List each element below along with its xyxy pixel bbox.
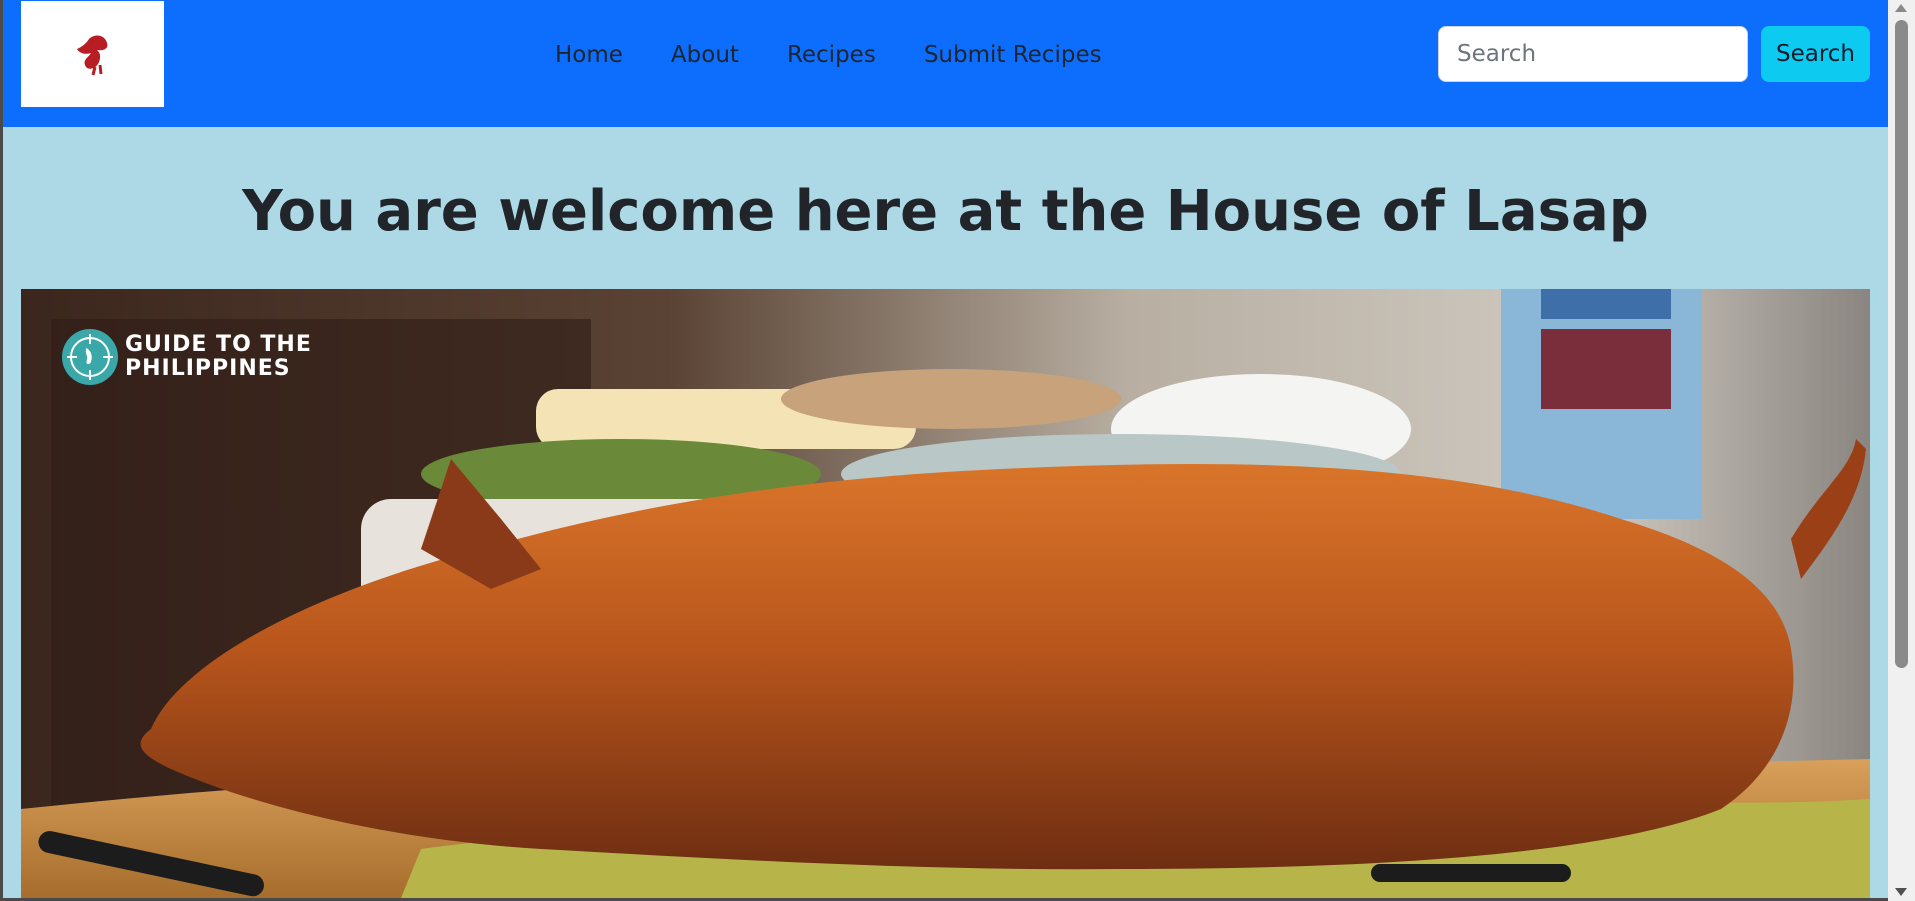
search-input[interactable] xyxy=(1438,26,1748,82)
scroll-up-arrow-icon[interactable] xyxy=(1895,4,1907,12)
watermark-line-1: GUIDE TO THE xyxy=(125,332,312,357)
page: Home About Recipes Submit Recipes Search… xyxy=(3,0,1888,898)
compass-logo-icon xyxy=(62,329,118,385)
nav-about-link[interactable]: About xyxy=(671,38,739,72)
scrollbar-thumb[interactable] xyxy=(1895,20,1908,668)
nav-links: Home About Recipes Submit Recipes xyxy=(555,38,1102,72)
hero-image: GUIDE TO THE PHILIPPINES xyxy=(21,289,1870,898)
rooster-icon xyxy=(76,35,107,76)
nav-submit-recipes-link[interactable]: Submit Recipes xyxy=(924,38,1102,72)
nav-recipes-link[interactable]: Recipes xyxy=(787,38,876,72)
nav-home-link[interactable]: Home xyxy=(555,38,623,72)
scroll-down-arrow-icon[interactable] xyxy=(1895,888,1907,896)
site-logo[interactable] xyxy=(21,1,164,107)
navbar: Home About Recipes Submit Recipes Search xyxy=(3,0,1888,127)
vertical-scrollbar[interactable] xyxy=(1888,0,1915,901)
watermark-text: GUIDE TO THE PHILIPPINES xyxy=(125,333,312,381)
welcome-heading: You are welcome here at the House of Las… xyxy=(242,179,1649,244)
search-button[interactable]: Search xyxy=(1761,26,1870,82)
guide-to-the-philippines-watermark: GUIDE TO THE PHILIPPINES xyxy=(61,328,312,386)
watermark-line-2: PHILIPPINES xyxy=(125,356,291,381)
